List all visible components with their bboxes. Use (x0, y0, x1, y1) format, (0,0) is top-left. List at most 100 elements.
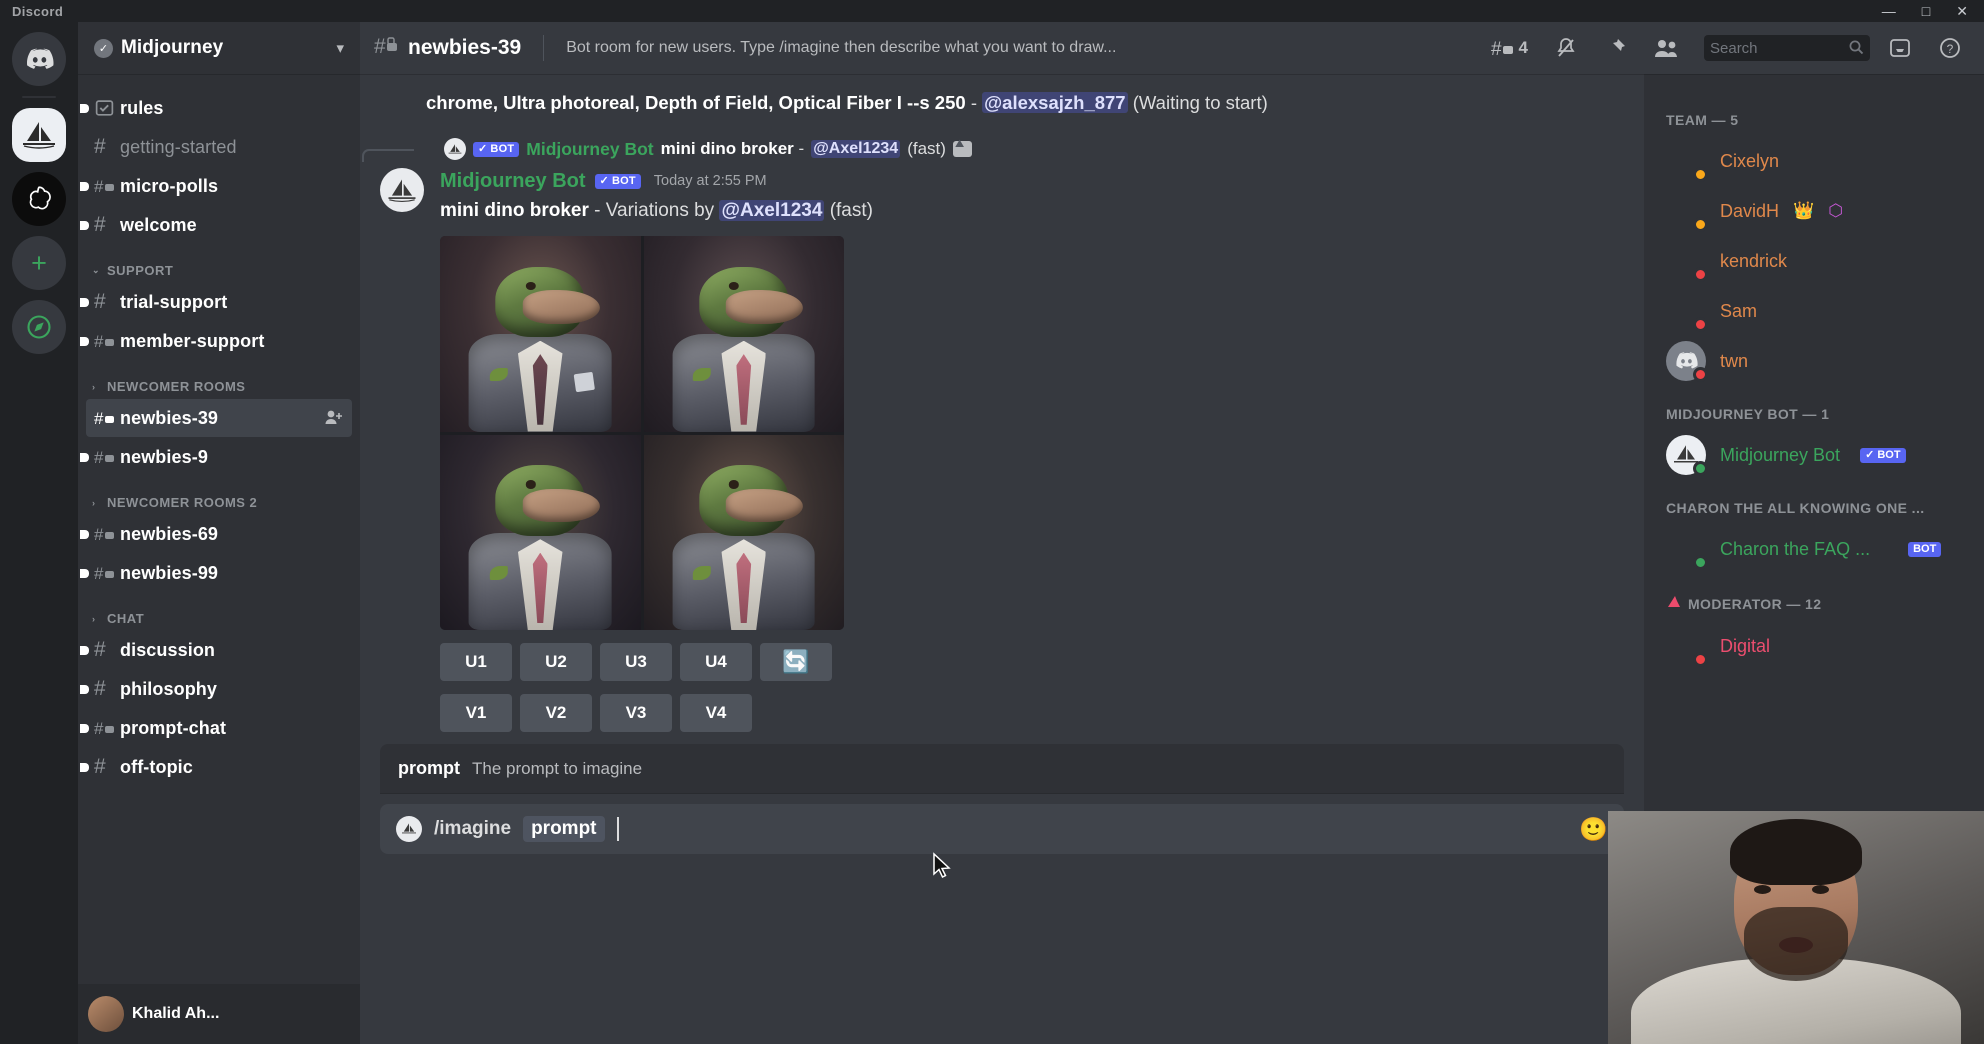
image-cell-3[interactable] (440, 434, 641, 630)
server-name-label: Midjourney (121, 37, 224, 58)
status-indicator (1693, 217, 1708, 232)
user-panel[interactable]: Khalid Ah... (78, 984, 360, 1044)
message-header: Midjourney Bot ✓ BOT Today at 2:55 PM (440, 168, 873, 194)
member-name: Cixelyn (1720, 150, 1780, 171)
hint-param-name: prompt (398, 758, 460, 778)
member-row[interactable]: Digital (1644, 621, 1984, 671)
message-input[interactable]: /imagine prompt 🙂 (380, 804, 1624, 854)
channel-list[interactable]: rules # getting-started # micro-polls # (78, 74, 360, 984)
svg-text:#: # (94, 332, 104, 351)
add-server-button[interactable]: + (12, 236, 66, 290)
channel-getting-started[interactable]: # getting-started (86, 128, 352, 166)
dinosaur-illustration (670, 263, 818, 432)
status-indicator (1693, 167, 1708, 182)
emoji-icon[interactable]: 🙂 (1579, 816, 1608, 843)
unread-indicator (80, 220, 89, 230)
message-list[interactable]: chrome, Ultra photoreal, Depth of Field,… (360, 74, 1644, 1044)
server-icon-openai[interactable] (12, 172, 66, 226)
image-cell-2[interactable] (643, 236, 844, 432)
category-newcomer-rooms-2[interactable]: › NEWCOMER ROOMS 2 (78, 477, 360, 514)
category-chat[interactable]: › CHAT (78, 593, 360, 630)
message: Midjourney Bot ✓ BOT Today at 2:55 PM mi… (380, 168, 1624, 732)
upscale-button-u4[interactable]: U4 (680, 643, 752, 681)
channel-newbies-9[interactable]: # newbies-9 (80, 438, 352, 476)
close-button[interactable]: ✕ (1956, 4, 1968, 18)
hash-thread-icon: # (94, 176, 120, 196)
category-support[interactable]: ⌄ SUPPORT (78, 245, 360, 282)
user-mention[interactable]: @Axel1234 (811, 140, 901, 158)
reroll-button[interactable]: 🔄 (760, 643, 832, 681)
channel-newbies-39[interactable]: # newbies-39 (86, 399, 352, 437)
member-row[interactable]: Cixelyn (1644, 136, 1984, 186)
channel-member-support[interactable]: # member-support (80, 322, 352, 360)
variation-button-v1[interactable]: V1 (440, 694, 512, 732)
member-row[interactable]: DavidH 👑 ⬡ (1644, 186, 1984, 236)
inbox-button[interactable] (1880, 36, 1920, 60)
message-author-name[interactable]: Midjourney Bot (440, 170, 586, 193)
chevron-down-icon[interactable]: ▾ (336, 39, 344, 57)
avatar[interactable] (380, 168, 424, 212)
channel-topic[interactable]: Bot room for new users. Type /imagine th… (566, 39, 1116, 57)
svg-text:#: # (94, 564, 104, 583)
notification-settings-button[interactable] (1546, 36, 1586, 60)
channel-discussion[interactable]: # discussion (80, 631, 352, 669)
channel-label: micro-polls (120, 175, 219, 196)
category-newcomer-rooms[interactable]: › NEWCOMER ROOMS (78, 361, 360, 398)
channel-trial-support[interactable]: # trial-support (80, 283, 352, 321)
member-row[interactable]: Sam (1644, 286, 1984, 336)
bot-badge: ✓ BOT (594, 173, 641, 189)
image-cell-4[interactable] (643, 434, 844, 630)
maximize-button[interactable]: □ (1922, 4, 1930, 18)
explore-servers-button[interactable] (12, 300, 66, 354)
image-cell-1[interactable] (440, 236, 641, 432)
search-input[interactable]: Search (1704, 35, 1870, 61)
add-member-icon[interactable] (324, 408, 344, 429)
member-row[interactable]: kendrick (1644, 236, 1984, 286)
channel-newbies-99[interactable]: # newbies-99 (80, 554, 352, 592)
svg-text:#: # (1491, 39, 1502, 59)
variation-button-v3[interactable]: V3 (600, 694, 672, 732)
channel-micro-polls[interactable]: # micro-polls (80, 167, 352, 205)
user-mention[interactable]: @Axel1234 (719, 200, 825, 221)
channel-off-topic[interactable]: # off-topic (80, 748, 352, 786)
member-row[interactable]: twn (1644, 336, 1984, 386)
generated-image-grid[interactable] (440, 236, 844, 630)
command-param-chip[interactable]: prompt (523, 816, 605, 842)
channel-prompt-chat[interactable]: # prompt-chat (80, 709, 352, 747)
sailboat-icon (23, 122, 55, 149)
channel-welcome[interactable]: # welcome (80, 206, 352, 244)
channel-rules[interactable]: rules (80, 89, 352, 127)
composer-area: prompt The prompt to imagine /imagine pr… (360, 744, 1644, 854)
user-mention[interactable]: @alexsajzh_877 (982, 92, 1128, 113)
variation-button-v2[interactable]: V2 (520, 694, 592, 732)
member-name: Sam (1720, 300, 1758, 321)
hash-icon: # (94, 135, 106, 158)
member-row[interactable]: Midjourney Bot ✓ BOT (1644, 430, 1984, 480)
member-row[interactable]: Charon the FAQ ... BOT (1644, 524, 1984, 574)
search-icon (1848, 39, 1864, 58)
category-label: NEWCOMER ROOMS (107, 379, 246, 394)
channel-philosophy[interactable]: # philosophy (80, 670, 352, 708)
upscale-button-u3[interactable]: U3 (600, 643, 672, 681)
unread-indicator (80, 103, 89, 113)
avatar (88, 996, 124, 1032)
server-icon-midjourney[interactable] (12, 108, 66, 162)
help-button[interactable]: ? (1930, 36, 1970, 60)
upscale-button-u2[interactable]: U2 (520, 643, 592, 681)
minimize-button[interactable]: — (1882, 4, 1896, 18)
reply-reference[interactable]: ✓ BOT Midjourney Bot mini dino broker - … (362, 136, 1624, 162)
channel-label: discussion (120, 639, 216, 660)
pinned-messages-button[interactable] (1596, 36, 1636, 60)
threads-button[interactable]: # 4 (1483, 37, 1536, 59)
openai-logo-icon (29, 186, 51, 210)
server-icon-home[interactable] (12, 32, 66, 86)
variation-button-v4[interactable]: V4 (680, 694, 752, 732)
server-header[interactable]: ✓ Midjourney ▾ (78, 22, 360, 74)
action-label: Variations by (605, 200, 715, 221)
member-list-toggle-button[interactable] (1646, 37, 1688, 59)
hint-param-description: The prompt to imagine (472, 759, 643, 778)
upscale-button-u1[interactable]: U1 (440, 643, 512, 681)
reply-author-name[interactable]: Midjourney Bot (526, 139, 653, 160)
channel-newbies-69[interactable]: # newbies-69 (80, 515, 352, 553)
verified-check-icon: ✓ (94, 38, 113, 58)
